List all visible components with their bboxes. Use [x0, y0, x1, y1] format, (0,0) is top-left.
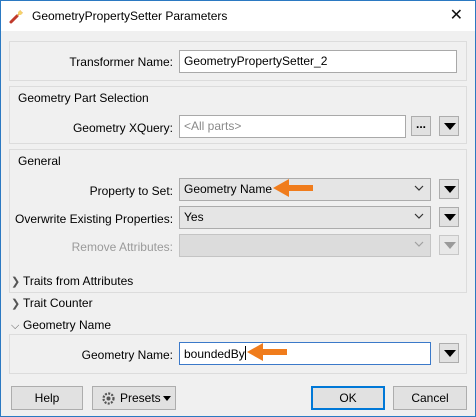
xquery-ellipsis-button[interactable]: ... — [411, 116, 431, 136]
xquery-menu-button[interactable] — [439, 116, 459, 136]
property-to-set-menu-button[interactable] — [439, 179, 459, 199]
triangle-down-icon — [444, 242, 456, 249]
annotation-arrow-icon — [247, 343, 287, 361]
caret-down-icon — [163, 396, 171, 401]
overwrite-existing-label: Overwrite Existing Properties: — [15, 212, 174, 226]
geometry-name-menu-button[interactable] — [439, 343, 459, 363]
cancel-button[interactable]: Cancel — [393, 386, 467, 410]
triangle-down-icon — [444, 123, 456, 130]
transformer-name-label: Transformer Name: — [69, 55, 173, 69]
section-trait-counter[interactable]: ❯ Trait Counter — [11, 296, 93, 310]
overwrite-existing-select[interactable]: Yes — [179, 206, 431, 229]
section-traits-from-attributes[interactable]: ❯ Traits from Attributes — [11, 274, 133, 288]
geometry-name-label: Geometry Name: — [81, 348, 173, 362]
geometry-xquery-input[interactable]: <All parts> — [179, 115, 406, 138]
close-icon[interactable]: ✕ — [450, 5, 463, 25]
triangle-down-icon — [444, 350, 456, 357]
dialog-body: Transformer Name: GeometryPropertySetter… — [1, 31, 475, 416]
geometry-xquery-label: Geometry XQuery: — [72, 121, 173, 135]
title-bar: GeometryPropertySetter Parameters ✕ — [1, 1, 475, 31]
transformer-icon — [9, 10, 23, 24]
parameters-dialog: GeometryPropertySetter Parameters ✕ Tran… — [0, 0, 476, 417]
window-title: GeometryPropertySetter Parameters — [32, 9, 228, 23]
overwrite-existing-menu-button[interactable] — [439, 207, 459, 227]
triangle-down-icon — [444, 186, 456, 193]
chevron-right-icon: ❯ — [11, 298, 21, 310]
remove-attributes-menu-button — [439, 235, 459, 255]
transformer-name-input[interactable]: GeometryPropertySetter_2 — [179, 50, 457, 73]
presets-button[interactable]: Presets — [92, 386, 176, 410]
triangle-down-icon — [444, 214, 456, 221]
annotation-arrow-icon — [273, 179, 313, 197]
chevron-down-icon — [414, 185, 424, 191]
chevron-down-icon — [414, 213, 424, 219]
geometry-name-input[interactable]: boundedBy — [179, 342, 431, 365]
chevron-down-icon — [414, 241, 424, 247]
chevron-down-icon: ⌵ — [11, 320, 20, 332]
chevron-right-icon: ❯ — [11, 276, 21, 288]
ok-button[interactable]: OK — [311, 386, 385, 410]
property-to-set-label: Property to Set: — [89, 184, 173, 198]
gear-icon — [102, 392, 115, 405]
remove-attributes-select — [179, 234, 431, 257]
section-geometry-name[interactable]: ⌵ Geometry Name — [11, 318, 111, 333]
help-button[interactable]: Help — [11, 386, 83, 410]
remove-attributes-label: Remove Attributes: — [71, 240, 173, 254]
